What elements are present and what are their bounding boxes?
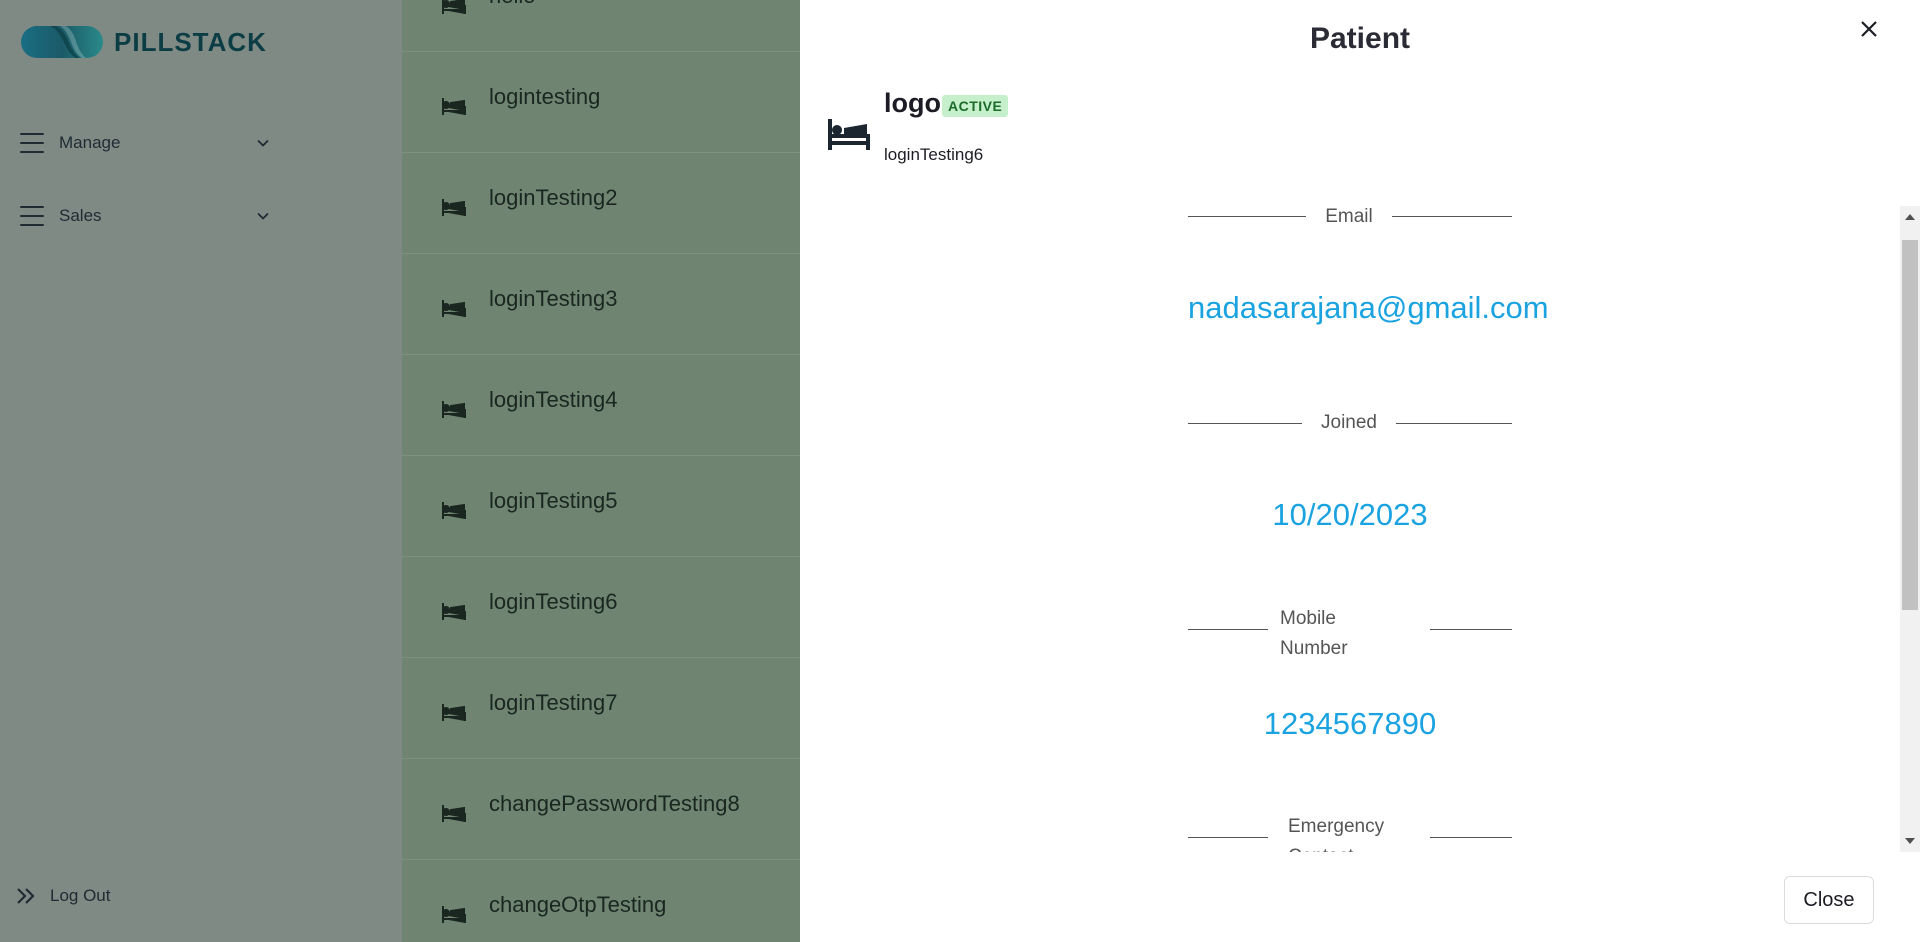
list-item-label: changeOtpTesting [489,892,667,917]
divider-line [1392,216,1512,217]
list-item[interactable]: loginTesting2 [402,153,800,254]
divider-line [1396,423,1512,424]
brand-logo[interactable]: PILLSTACK [20,24,267,60]
bed-icon [442,98,466,115]
sidebar-item-label: Manage [59,133,121,152]
sidebar-item-sales[interactable]: Sales [20,196,270,236]
brand-name: PILLSTACK [114,26,267,57]
bed-icon [442,704,466,721]
patient-drawer: Patient logo ACTIVE loginTesting6 Email … [800,0,1920,942]
emergency-contact-label: Emergency Contact [1288,816,1385,852]
menu-icon [20,206,44,226]
list-item-label: loginTesting2 [489,185,618,210]
patient-username: loginTesting6 [884,145,984,164]
bed-icon [442,906,466,923]
list-item-label: hello [489,0,535,9]
list-item[interactable]: loginTesting4 [402,355,800,456]
list-item[interactable]: loginTesting6 [402,557,800,658]
mobile-label: Mobile Number [1280,608,1348,659]
list-item-label: loginTesting3 [489,286,618,311]
divider-line [1188,629,1268,630]
patient-name: logo [884,88,941,118]
mobile-value: 1234567890 [1263,706,1437,741]
list-item[interactable]: loginTesting5 [402,456,800,557]
divider-line [1188,216,1306,217]
divider-line [1188,837,1268,838]
bed-icon [442,401,466,418]
joined-section-divider: Joined [1188,412,1512,474]
list-item[interactable]: logintesting [402,52,800,153]
list-item-label: logintesting [489,84,601,109]
list-item-label: changePasswordTesting8 [489,791,740,816]
patient-list: hello logintesting loginTesting2 loginTe… [402,0,800,942]
scroll-down-icon[interactable] [1905,838,1915,844]
logout-label: Log Out [50,886,111,905]
sidebar-item-label: Sales [59,206,102,225]
status-badge: ACTIVE [942,95,1009,117]
bed-icon [442,805,466,822]
close-button[interactable]: Close [1784,876,1874,924]
divider-line [1188,423,1302,424]
email-value[interactable]: nadasarajana@gmail.com [1188,290,1549,326]
sidebar-item-manage[interactable]: Manage [20,123,270,163]
logout-button[interactable]: Log Out [16,886,111,906]
sidebar: PILLSTACK Manage Sales Log Out [0,0,402,942]
list-item-label: loginTesting7 [489,690,618,715]
list-item-label: loginTesting6 [489,589,618,614]
list-item[interactable]: hello [402,0,800,52]
double-chevron-right-icon [17,888,35,904]
divider-line [1430,837,1512,838]
email-label: Email [1325,206,1373,227]
list-item-label: loginTesting4 [489,387,618,412]
list-item[interactable]: loginTesting7 [402,658,800,759]
email-section-divider: Email [1188,206,1512,266]
pill-logo-icon [21,26,103,58]
menu-icon [20,133,44,153]
joined-value: 10/20/2023 [1272,497,1428,532]
bed-icon [442,300,466,317]
scrollbar[interactable] [1900,206,1920,852]
list-item-label: loginTesting5 [489,488,618,513]
bed-icon [442,603,466,620]
joined-label: Joined [1321,412,1377,433]
close-icon[interactable] [1856,16,1882,42]
list-item[interactable]: changePasswordTesting8 [402,759,800,860]
mobile-section-divider: Mobile Number [1188,604,1512,664]
divider-line [1430,629,1512,630]
patient-details: Email nadasarajana@gmail.com Joined 10/2… [800,206,1900,852]
bed-icon [442,0,466,14]
scrollbar-thumb[interactable] [1902,240,1918,610]
scroll-up-icon[interactable] [1905,214,1915,220]
list-item[interactable]: changeOtpTesting [402,860,800,942]
bed-icon [828,119,870,150]
bed-icon [442,502,466,519]
list-item[interactable]: loginTesting3 [402,254,800,355]
emergency-section-divider: Emergency Contact [1188,812,1512,852]
drawer-title: Patient [1309,22,1411,55]
chevron-down-icon [257,212,269,220]
bed-icon [442,199,466,216]
chevron-down-icon [257,139,269,147]
